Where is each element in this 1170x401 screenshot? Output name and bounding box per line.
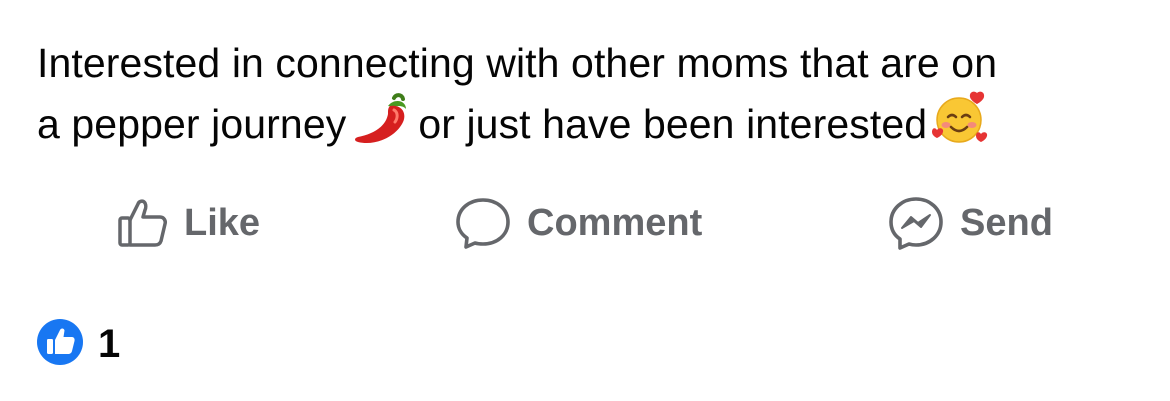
send-button[interactable]: Send xyxy=(886,190,1053,256)
like-label: Like xyxy=(184,201,261,244)
comment-button[interactable]: Comment xyxy=(453,190,702,256)
thumbs-up-icon xyxy=(116,196,170,250)
smiling-face-with-hearts-emoji xyxy=(931,90,989,161)
post-card: Interested in connecting with other moms… xyxy=(0,0,1170,401)
post-text-line-1: Interested in connecting with other moms… xyxy=(37,40,998,86)
reaction-count: 1 xyxy=(98,321,121,366)
reactions-summary[interactable]: 1 xyxy=(36,318,120,370)
like-button[interactable]: Like xyxy=(116,190,260,256)
hot-pepper-emoji xyxy=(350,92,412,161)
send-label: Send xyxy=(960,201,1053,244)
comment-label: Comment xyxy=(527,201,703,244)
messenger-icon xyxy=(886,194,946,252)
post-text-segment: or just have been interested xyxy=(418,101,928,147)
comment-bubble-icon xyxy=(453,195,513,251)
post-text-line-2: a pepper journey or just have been inter… xyxy=(37,90,1147,161)
post-text-segment: a pepper journey xyxy=(37,101,347,147)
post-actions-bar: Like Comment Send xyxy=(0,190,1170,256)
post-text: Interested in connecting with other moms… xyxy=(37,36,1147,161)
like-reaction-icon xyxy=(36,318,84,371)
